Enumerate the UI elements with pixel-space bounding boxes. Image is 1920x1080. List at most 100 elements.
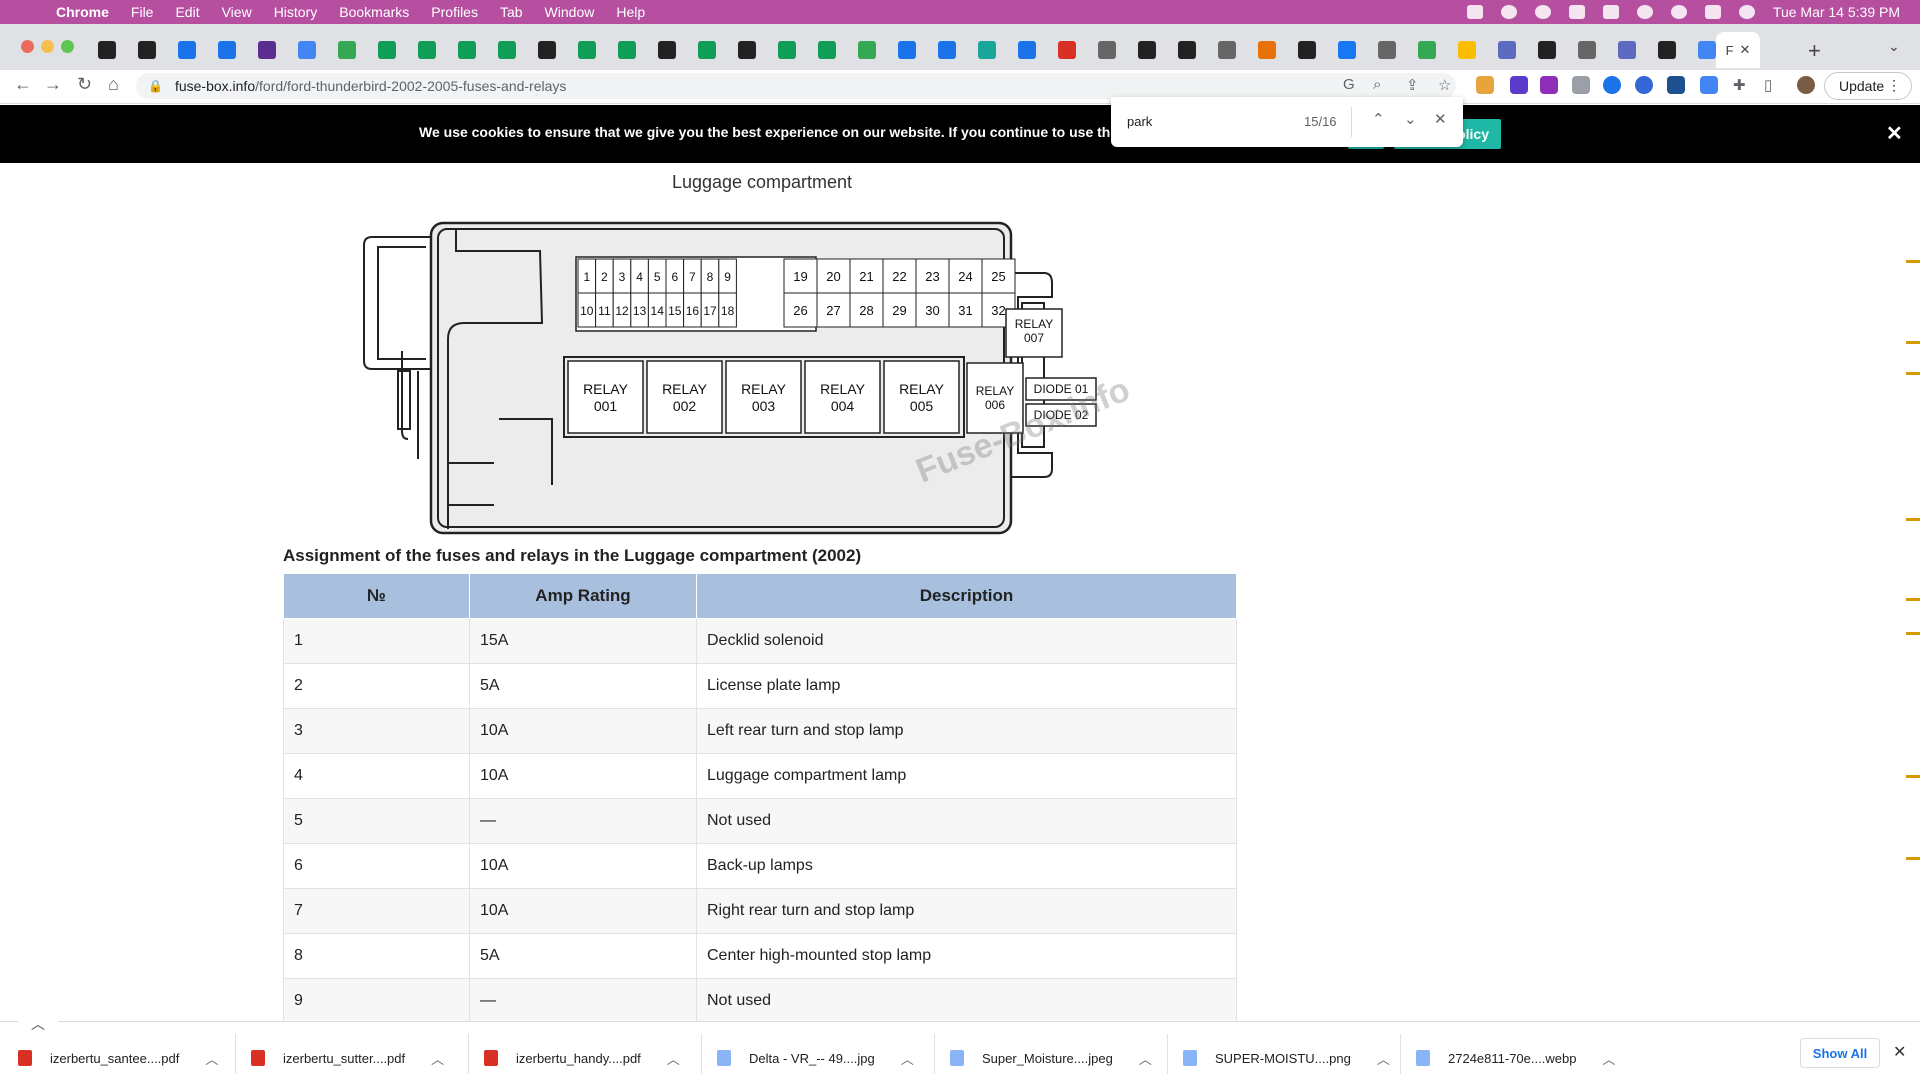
download-item[interactable]: izerbertu_handy....pdf ︿ [484, 1046, 680, 1070]
download-item[interactable]: izerbertu_sutter....pdf ︿ [251, 1046, 444, 1070]
menu-bookmarks[interactable]: Bookmarks [339, 4, 409, 20]
google-lens-icon[interactable]: G [1343, 76, 1355, 93]
find-next-chevron-down-icon[interactable]: ⌄ [1404, 110, 1417, 128]
window-minimize-button[interactable] [41, 40, 54, 53]
pinned-tab-favicon[interactable] [178, 41, 196, 59]
download-options-chevron-icon[interactable]: ︿ [1602, 1049, 1615, 1068]
pinned-tab-favicon[interactable] [1378, 41, 1396, 59]
active-tab[interactable]: F ✕ [1716, 32, 1760, 68]
pinned-tab-favicon[interactable] [1578, 41, 1596, 59]
pinned-tab-favicon[interactable] [1418, 41, 1436, 59]
back-arrow-icon[interactable]: ← [14, 74, 32, 95]
menu-help[interactable]: Help [616, 4, 645, 20]
download-options-chevron-icon[interactable]: ︿ [901, 1049, 914, 1068]
shelf-close-icon[interactable]: ✕ [1893, 1042, 1906, 1062]
pinned-tab-favicon[interactable] [1658, 41, 1676, 59]
forward-arrow-icon[interactable]: → [44, 74, 62, 95]
wifi-icon[interactable] [1602, 5, 1619, 19]
menu-profiles[interactable]: Profiles [431, 4, 478, 20]
extension-icon[interactable] [1635, 76, 1653, 94]
pinned-tab-favicon[interactable] [578, 41, 596, 59]
lock-icon[interactable]: 🔒 [148, 79, 163, 93]
find-in-page-icon[interactable]: ⌕ [1373, 76, 1381, 93]
pinned-tab-favicon[interactable] [378, 41, 396, 59]
share-icon[interactable]: ⇪ [1406, 76, 1419, 94]
pinned-tab-favicon[interactable] [538, 41, 556, 59]
pinned-tab-favicon[interactable] [1218, 41, 1236, 59]
shelf-collapse-chevron-up-icon[interactable]: ︿ [18, 1014, 58, 1032]
home-icon[interactable]: ⌂ [108, 74, 119, 95]
download-options-chevron-icon[interactable]: ︿ [205, 1049, 218, 1068]
pinned-tab-favicon[interactable] [738, 41, 756, 59]
pinned-tab-favicon[interactable] [858, 41, 876, 59]
menu-view[interactable]: View [222, 4, 252, 20]
pinned-tab-favicon[interactable] [618, 41, 636, 59]
find-previous-chevron-up-icon[interactable]: ⌃ [1372, 110, 1385, 128]
pinned-tab-favicon[interactable] [938, 41, 956, 59]
control-center-icon[interactable] [1704, 5, 1721, 19]
pinned-tab-favicon[interactable] [1498, 41, 1516, 59]
clock-icon[interactable] [1636, 5, 1653, 19]
extension-icon[interactable] [1510, 76, 1528, 94]
pinned-tab-favicon[interactable] [498, 41, 516, 59]
extension-icon[interactable] [1476, 76, 1494, 94]
download-item[interactable]: 2724e811-70e....webp ︿ [1416, 1046, 1615, 1070]
pinned-tab-favicon[interactable] [1258, 41, 1276, 59]
wordpress-icon[interactable] [1534, 5, 1551, 19]
pinned-tab-favicon[interactable] [1018, 41, 1036, 59]
bluetooth-icon[interactable] [1568, 5, 1585, 19]
menu-window[interactable]: Window [545, 4, 595, 20]
pinned-tab-favicon[interactable] [1338, 41, 1356, 59]
download-item[interactable]: Delta - VR_-- 49....jpg ︿ [717, 1046, 914, 1070]
cookie-close-icon[interactable]: ✕ [1886, 121, 1903, 146]
pinned-tab-favicon[interactable] [458, 41, 476, 59]
pinned-tab-favicon[interactable] [1618, 41, 1636, 59]
pinned-tab-favicon[interactable] [1178, 41, 1196, 59]
menu-app-name[interactable]: Chrome [56, 4, 109, 20]
side-panel-icon[interactable]: ▯ [1764, 76, 1772, 94]
profile-avatar[interactable] [1797, 76, 1815, 94]
pinned-tab-favicon[interactable] [298, 41, 316, 59]
extension-icon[interactable] [1540, 76, 1558, 94]
menu-edit[interactable]: Edit [175, 4, 199, 20]
extension-icon[interactable] [1667, 76, 1685, 94]
siri-icon[interactable] [1738, 5, 1755, 19]
address-bar[interactable]: 🔒 fuse-box.info/ford/ford-thunderbird-20… [136, 73, 1456, 99]
show-all-button[interactable]: Show All [1800, 1038, 1880, 1068]
pinned-tab-favicon[interactable] [258, 41, 276, 59]
grammarly-icon[interactable] [1500, 5, 1517, 19]
pinned-tab-favicon[interactable] [1538, 41, 1556, 59]
pinned-tab-favicon[interactable] [778, 41, 796, 59]
find-close-icon[interactable]: ✕ [1434, 110, 1447, 128]
extensions-puzzle-icon[interactable]: ✚ [1733, 76, 1746, 94]
pinned-tab-favicon[interactable] [1138, 41, 1156, 59]
download-item[interactable]: SUPER-MOISTU....png ︿ [1183, 1046, 1390, 1070]
tab-close-icon[interactable]: ✕ [1740, 42, 1751, 58]
pinned-tab-favicon[interactable] [1698, 41, 1716, 59]
pinned-tab-favicon[interactable] [898, 41, 916, 59]
bookmark-star-icon[interactable]: ☆ [1438, 76, 1451, 94]
download-item[interactable]: Super_Moisture....jpeg ︿ [950, 1046, 1152, 1070]
extension-icon[interactable] [1572, 76, 1590, 94]
pinned-tab-favicon[interactable] [138, 41, 156, 59]
pinned-tab-favicon[interactable] [418, 41, 436, 59]
pinned-tab-favicon[interactable] [98, 41, 116, 59]
find-input[interactable]: park [1127, 114, 1152, 129]
menu-datetime[interactable]: Tue Mar 14 5:39 PM [1773, 4, 1900, 20]
status-app-icon[interactable] [1466, 5, 1483, 19]
pinned-tab-favicon[interactable] [978, 41, 996, 59]
extension-icon[interactable] [1603, 76, 1621, 94]
pinned-tab-favicon[interactable] [218, 41, 236, 59]
more-menu-icon[interactable]: ⋮ [1887, 77, 1901, 94]
pinned-tab-favicon[interactable] [1058, 41, 1076, 59]
pinned-tab-favicon[interactable] [658, 41, 676, 59]
new-tab-button[interactable]: + [1808, 38, 1821, 64]
pinned-tab-favicon[interactable] [698, 41, 716, 59]
pinned-tab-favicon[interactable] [338, 41, 356, 59]
extension-icon[interactable] [1700, 76, 1718, 94]
window-maximize-button[interactable] [61, 40, 74, 53]
menu-file[interactable]: File [131, 4, 154, 20]
download-options-chevron-icon[interactable]: ︿ [431, 1049, 444, 1068]
pinned-tab-favicon[interactable] [1298, 41, 1316, 59]
pinned-tab-favicon[interactable] [1098, 41, 1116, 59]
